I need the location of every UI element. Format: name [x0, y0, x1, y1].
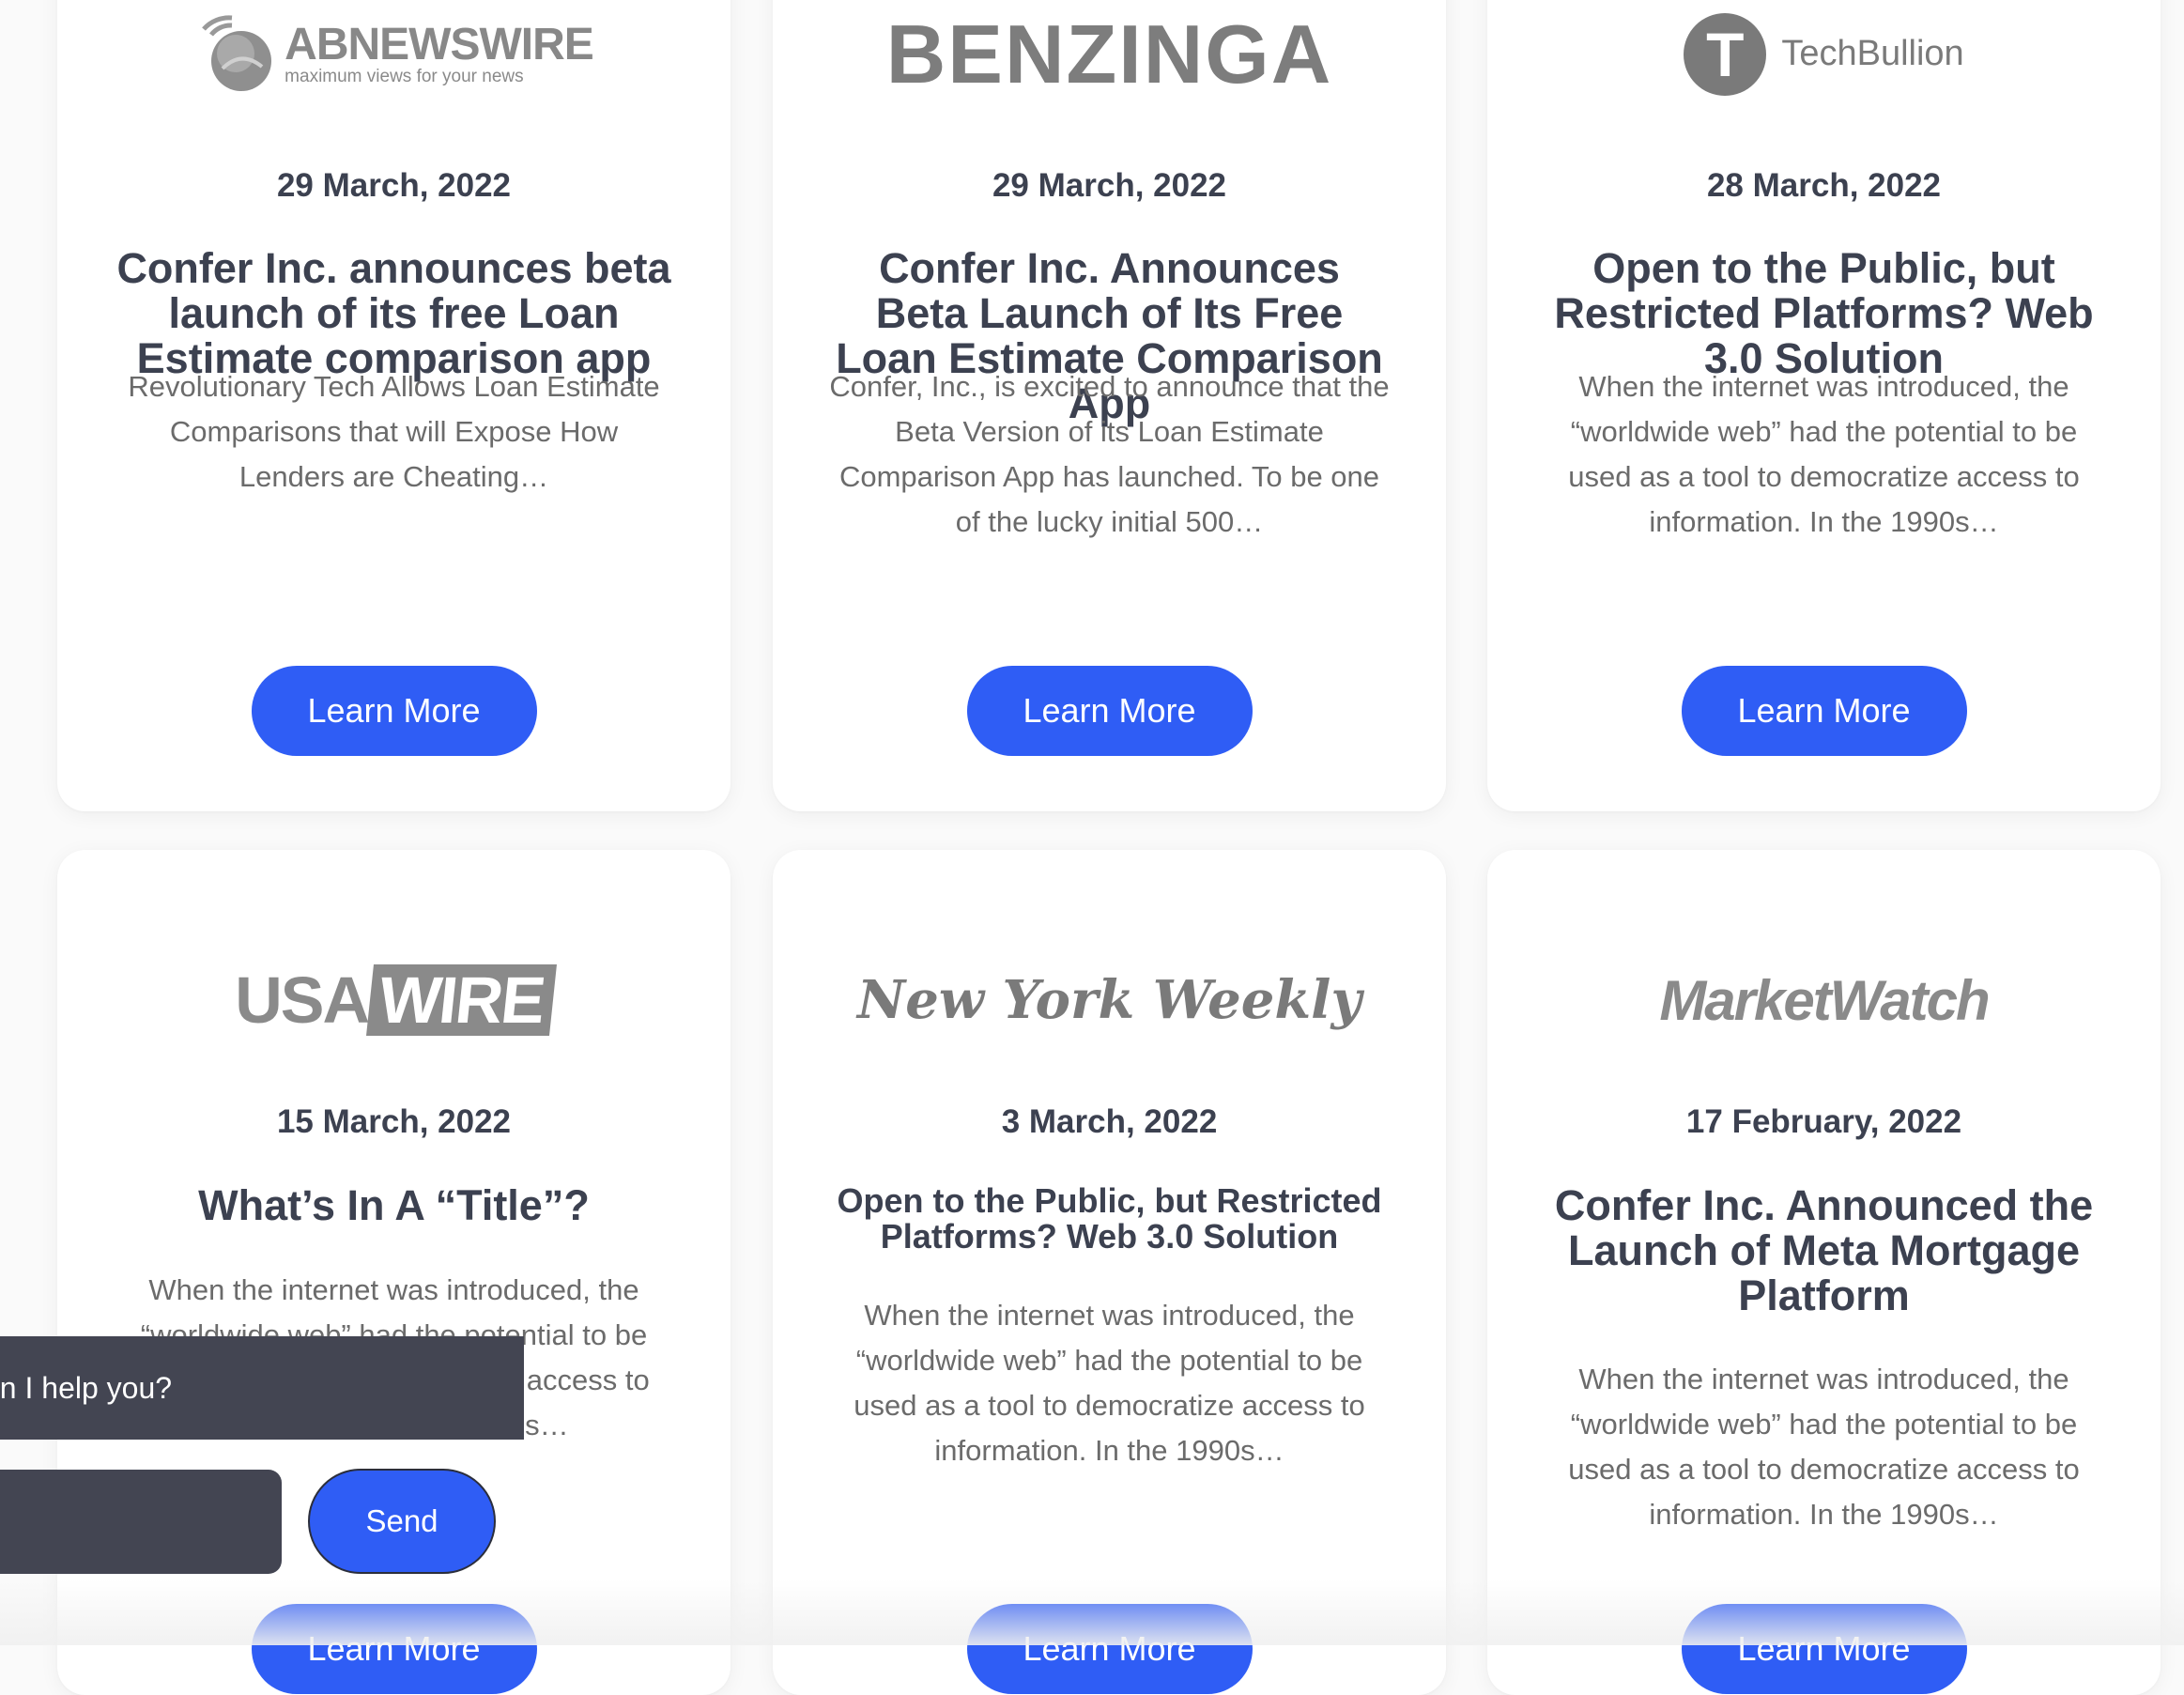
chat-send-button[interactable]: Send: [308, 1469, 496, 1574]
article-excerpt: Confer, Inc., is excited to announce tha…: [829, 370, 1390, 538]
globe-icon: [202, 14, 272, 91]
article-title[interactable]: What’s In A “Title”?: [114, 1183, 674, 1228]
article-date: 15 March, 2022: [276, 1103, 512, 1140]
chat-prompt-bubble: an I help you?: [0, 1336, 524, 1440]
learn-more-button[interactable]: Learn More: [251, 666, 537, 756]
article-date: 17 February, 2022: [1685, 1103, 1962, 1140]
logo-name: ABNEWSWIRE: [285, 20, 594, 69]
article-date: 29 March, 2022: [992, 167, 1227, 204]
benzinga-logo[interactable]: BENZINGA: [773, 0, 1446, 108]
article-card: ABNEWSWIRE maximum views for your news 2…: [57, 0, 731, 811]
logo-name: BENZINGA: [885, 7, 1333, 100]
article-date: 28 March, 2022: [1706, 167, 1942, 204]
logo-part-wire: WIRE: [366, 963, 557, 1037]
article-card: New York Weekly 3 March, 2022 Open to th…: [773, 850, 1446, 1695]
article-card: BENZINGA 29 March, 2022 Confer Inc. Anno…: [773, 0, 1446, 811]
logo-name: TechBullion: [1781, 34, 1964, 73]
article-title[interactable]: Open to the Public, but Restricted Platf…: [820, 1183, 1399, 1255]
article-title[interactable]: Confer Inc. Announced the Launch of Meta…: [1544, 1183, 2104, 1318]
article-date: 3 March, 2022: [1001, 1103, 1218, 1140]
article-title[interactable]: Confer Inc. announces beta launch of its…: [114, 246, 674, 381]
techbullion-logo[interactable]: T TechBullion: [1487, 0, 2161, 108]
logo-name: MarketWatch: [1659, 968, 1990, 1032]
abnewswire-logo[interactable]: ABNEWSWIRE maximum views for your news: [57, 0, 731, 108]
marketwatch-logo[interactable]: MarketWatch: [1487, 930, 2161, 1071]
learn-more-button[interactable]: Learn More: [966, 1604, 1253, 1694]
logo-part-usa: USA: [235, 963, 370, 1037]
new-york-weekly-logo[interactable]: New York Weekly: [773, 930, 1446, 1071]
learn-more-button[interactable]: Learn More: [251, 1604, 537, 1694]
logo-tagline: maximum views for your news: [285, 67, 524, 86]
article-excerpt: When the internet was introduced, the “w…: [1568, 1363, 2080, 1531]
article-card: MarketWatch 17 February, 2022 Confer Inc…: [1487, 850, 2161, 1695]
article-excerpt: When the internet was introduced, the “w…: [1568, 370, 2080, 538]
chat-prompt-text: an I help you?: [0, 1370, 173, 1405]
article-excerpt: When the internet was introduced, the “w…: [854, 1299, 1365, 1467]
learn-more-button[interactable]: Learn More: [966, 666, 1253, 756]
learn-more-button[interactable]: Learn More: [1681, 666, 1967, 756]
article-excerpt: Revolutionary Tech Allows Loan Estimate …: [128, 370, 660, 493]
learn-more-button[interactable]: Learn More: [1681, 1604, 1967, 1694]
logo-name: New York Weekly: [857, 969, 1361, 1031]
techbullion-mark-icon: T: [1684, 12, 1767, 96]
article-title[interactable]: Open to the Public, but Restricted Platf…: [1544, 246, 2104, 381]
article-card: T TechBullion 28 March, 2022 Open to the…: [1487, 0, 2161, 811]
usawire-logo[interactable]: USA WIRE: [57, 930, 731, 1071]
chat-message-input[interactable]: [0, 1470, 282, 1574]
article-date: 29 March, 2022: [276, 167, 512, 204]
